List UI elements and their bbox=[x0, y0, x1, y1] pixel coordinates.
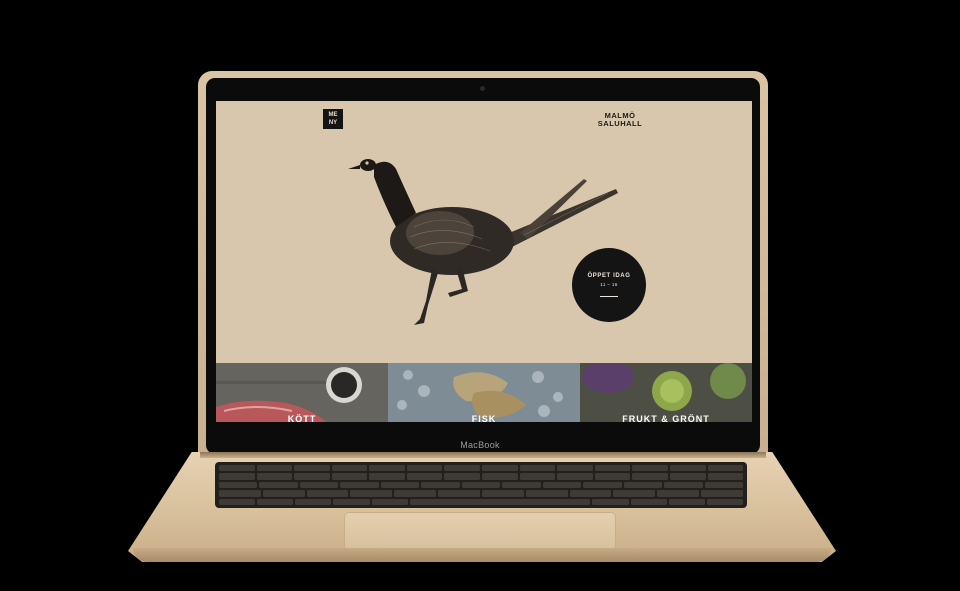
keyboard-key bbox=[257, 498, 294, 505]
keyboard-key bbox=[219, 465, 255, 472]
category-tile-fisk[interactable]: FISK bbox=[388, 363, 580, 422]
laptop-hinge bbox=[200, 452, 766, 458]
keyboard-key bbox=[294, 473, 330, 480]
category-tiles: KÖTT FISK FRUKT & GRÖNT bbox=[216, 363, 752, 422]
keyboard-key bbox=[295, 498, 332, 505]
keyboard-key bbox=[632, 465, 668, 472]
keyboard-key bbox=[306, 490, 349, 497]
keyboard-key bbox=[219, 481, 258, 489]
keyboard-key bbox=[409, 498, 591, 505]
keyboard-key bbox=[350, 490, 393, 497]
laptop-base-edge bbox=[133, 548, 831, 562]
website-screen: ME NY MALMÖ SALUHALL ÖPPET IDAG 11 – 16 … bbox=[216, 101, 752, 422]
keyboard-key bbox=[394, 490, 437, 497]
keyboard-key bbox=[592, 498, 629, 505]
keyboard-key bbox=[657, 490, 700, 497]
keyboard-key bbox=[704, 481, 744, 489]
keyboard-key bbox=[219, 473, 255, 480]
opening-title: ÖPPET IDAG bbox=[587, 273, 631, 279]
keyboard-key bbox=[256, 465, 293, 472]
keyboard-key bbox=[369, 473, 405, 480]
keyboard-key bbox=[669, 473, 706, 480]
menu-button-label: ME NY bbox=[328, 112, 338, 126]
keyboard-key bbox=[519, 465, 556, 472]
keyboard-key bbox=[331, 473, 368, 480]
keyboard-key bbox=[525, 490, 568, 497]
category-tile-frukt-gront[interactable]: FRUKT & GRÖNT bbox=[580, 363, 752, 422]
keyboard-key bbox=[613, 490, 656, 497]
keyboard-key bbox=[259, 481, 298, 489]
keyboard-key bbox=[701, 490, 743, 497]
keyboard-key bbox=[256, 473, 293, 480]
keyboard-row bbox=[219, 490, 743, 497]
keyboard-key bbox=[340, 481, 379, 489]
keyboard-key bbox=[664, 481, 703, 489]
keyboard-key bbox=[421, 481, 460, 489]
opening-hours: 11 – 16 bbox=[600, 282, 618, 287]
keyboard-row bbox=[219, 498, 743, 505]
keyboard-key bbox=[444, 473, 481, 480]
keyboard-key bbox=[299, 481, 339, 489]
keyboard-key bbox=[262, 490, 305, 497]
keyboard-key bbox=[438, 490, 480, 497]
keyboard-key bbox=[406, 465, 443, 472]
keyboard-key bbox=[219, 490, 261, 497]
keyboard-key bbox=[333, 498, 370, 505]
keyboard-key bbox=[669, 465, 706, 472]
keyboard-key bbox=[519, 473, 556, 480]
keyboard-key bbox=[557, 473, 593, 480]
keyboard-key bbox=[668, 498, 705, 505]
keyboard-key bbox=[594, 465, 631, 472]
keyboard bbox=[215, 462, 747, 508]
keyboard-key bbox=[482, 465, 518, 472]
keyboard-key bbox=[219, 498, 256, 505]
keyboard-key bbox=[569, 490, 612, 497]
keyboard-key bbox=[706, 498, 743, 505]
keyboard-key bbox=[623, 481, 663, 489]
keyboard-row bbox=[219, 465, 744, 472]
keyboard-key bbox=[461, 481, 501, 489]
keyboard-key bbox=[481, 490, 524, 497]
menu-button[interactable]: ME NY bbox=[323, 109, 343, 129]
keyboard-key bbox=[294, 465, 330, 472]
keyboard-key bbox=[380, 481, 420, 489]
keyboard-key bbox=[583, 481, 622, 489]
keyboard-key bbox=[557, 465, 593, 472]
opening-hours-badge[interactable]: ÖPPET IDAG 11 – 16 bbox=[572, 248, 646, 322]
laptop-brand-label: MacBook bbox=[460, 440, 500, 450]
keyboard-key bbox=[707, 473, 744, 480]
keyboard-row bbox=[219, 481, 744, 489]
keyboard-row bbox=[219, 473, 744, 480]
keyboard-key bbox=[371, 498, 408, 505]
laptop-mockup: ME NY MALMÖ SALUHALL ÖPPET IDAG 11 – 16 … bbox=[0, 0, 960, 591]
keyboard-key bbox=[594, 473, 631, 480]
keyboard-key bbox=[542, 481, 582, 489]
site-logo[interactable]: MALMÖ SALUHALL bbox=[590, 112, 650, 128]
camera-icon bbox=[480, 86, 485, 91]
keyboard-key bbox=[369, 465, 405, 472]
keyboard-key bbox=[707, 465, 744, 472]
category-label-kott: KÖTT bbox=[287, 414, 317, 422]
keyboard-key bbox=[444, 465, 481, 472]
category-label-frukt-gront: FRUKT & GRÖNT bbox=[622, 414, 710, 422]
keyboard-key bbox=[502, 481, 541, 489]
keyboard-key bbox=[630, 498, 667, 505]
keyboard-key bbox=[482, 473, 518, 480]
trackpad[interactable] bbox=[344, 512, 616, 552]
logo-line-2: SALUHALL bbox=[597, 119, 643, 128]
badge-divider bbox=[600, 296, 618, 297]
category-label-fisk: FISK bbox=[471, 414, 497, 422]
keyboard-key bbox=[331, 465, 368, 472]
keyboard-key bbox=[406, 473, 443, 480]
category-tile-kott[interactable]: KÖTT bbox=[216, 363, 388, 422]
keyboard-key bbox=[632, 473, 668, 480]
